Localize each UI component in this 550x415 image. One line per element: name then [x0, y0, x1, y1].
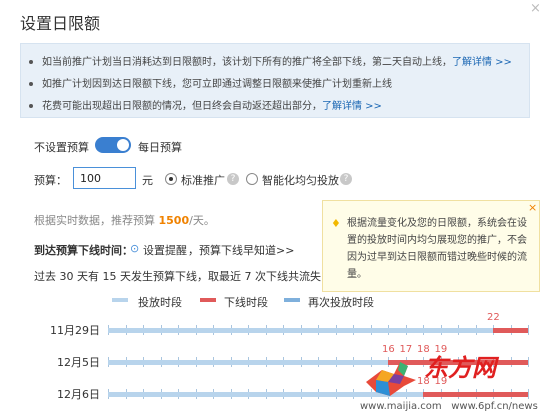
legend-swatch-delivery	[112, 298, 128, 302]
budget-offline-info-link[interactable]: ，预算下线早知道>>	[188, 242, 294, 258]
bullet-icon	[29, 60, 33, 64]
offline-time-label: 到达预算下线时间：	[34, 244, 133, 257]
timeline-date: 11月29日	[50, 324, 100, 337]
legend-redelivery-label: 再次投放时段	[308, 296, 374, 309]
deer-logo-icon	[366, 362, 416, 396]
dialog-title: 设置日限额	[20, 14, 101, 33]
watermark-url-1: www.maijia.com	[360, 401, 442, 412]
offline-summary: 过去 30 天有 15 天发生预算下线，取最近 7 次下线共流失 513	[34, 268, 347, 284]
recommendation-prefix: 根据实时数据，推荐预算	[34, 214, 159, 227]
offline-segment	[493, 328, 528, 333]
hour-tick	[528, 325, 529, 335]
timeline-date: 12月6日	[57, 388, 100, 401]
smart-delivery-tooltip: ♦ 根据流量变化及您的日限额，系统会在设置的投放时间内均匀展现您的推广，不会因为…	[322, 200, 540, 292]
budget-offline-info-text: 预算下线早知道>>	[199, 244, 295, 257]
learn-more-link[interactable]: 了解详情 >>	[322, 101, 382, 112]
smart-even-delivery-radio[interactable]	[246, 173, 258, 185]
legend-swatch-redelivery	[284, 298, 300, 302]
standard-promotion-label: 标准推广	[181, 174, 225, 187]
budget-label: 预算：	[34, 174, 67, 187]
tooltip-close-icon[interactable]: ×	[528, 201, 537, 214]
offline-summary-text: 过去 30 天有 15 天发生预算下线，取最近 7 次下线共流失	[34, 270, 325, 283]
tooltip-text: 根据流量变化及您的日限额，系统会在设置的投放时间内均匀展现您的推广，不会因为过早…	[347, 218, 527, 280]
reminder-icon: ⊙	[130, 242, 140, 255]
help-icon[interactable]: ?	[340, 173, 352, 185]
delivery-track	[108, 328, 528, 333]
timeline-date: 12月5日	[57, 356, 100, 369]
legend-delivery-label: 投放时段	[138, 296, 182, 309]
notice-item: 如推广计划因到达日限额下线，您可立即通过调整日限额来使推广计划重新上线	[29, 75, 392, 90]
no-budget-label: 不设置预算	[34, 141, 89, 154]
watermark-url-2: www.6pf.cn/news	[451, 401, 538, 412]
legend-swatch-offline	[200, 298, 216, 302]
lightbulb-icon: ♦	[331, 217, 341, 230]
notice-text: 花费可能出现超出日限额的情况，但日终会自动返还超出部分，	[42, 101, 322, 112]
notice-text: 如当前推广计划当日消耗达到日限额时，该计划下所有的推广将全部下线，第二天自动上线…	[42, 57, 452, 68]
watermark-url: www.maijia.com www.6pf.cn/news	[360, 401, 538, 412]
close-icon[interactable]: ×	[530, 1, 541, 16]
budget-input[interactable]	[73, 167, 136, 189]
daily-budget-label: 每日预算	[138, 141, 182, 154]
smart-even-delivery-label: 智能化均匀投放	[262, 174, 339, 187]
legend-offline-label: 下线时段	[224, 296, 268, 309]
budget-mode-toggle[interactable]	[95, 137, 131, 153]
watermark-logo: 东方网 www.maijia.com www.6pf.cn/news	[360, 348, 550, 415]
notice-text: 如推广计划因到达日限额下线，您可立即通过调整日限额来使推广计划重新上线	[42, 79, 392, 90]
recommendation-suffix: /天。	[189, 214, 215, 227]
watermark-brand: 东方网	[424, 353, 496, 382]
notice-box: 如当前推广计划当日消耗达到日限额时，该计划下所有的推广将全部下线，第二天自动上线…	[20, 43, 530, 118]
toggle-knob	[117, 139, 129, 151]
bullet-icon	[29, 82, 33, 86]
recommendation-text: 根据实时数据，推荐预算 1500/天。	[34, 212, 215, 228]
learn-more-link[interactable]: 了解详情 >>	[452, 57, 512, 68]
notice-item: 如当前推广计划当日消耗达到日限额时，该计划下所有的推广将全部下线，第二天自动上线…	[29, 53, 512, 68]
bullet-icon	[29, 104, 33, 108]
standard-promotion-radio[interactable]	[165, 173, 177, 185]
recommended-budget: 1500	[158, 214, 190, 227]
offline-hour-label: 22	[487, 312, 500, 323]
help-icon[interactable]: ?	[227, 173, 239, 185]
notice-item: 花费可能出现超出日限额的情况，但日终会自动返还超出部分，了解详情 >>	[29, 97, 382, 112]
set-reminder-link[interactable]: 设置提醒	[143, 242, 187, 258]
budget-unit: 元	[142, 174, 153, 187]
